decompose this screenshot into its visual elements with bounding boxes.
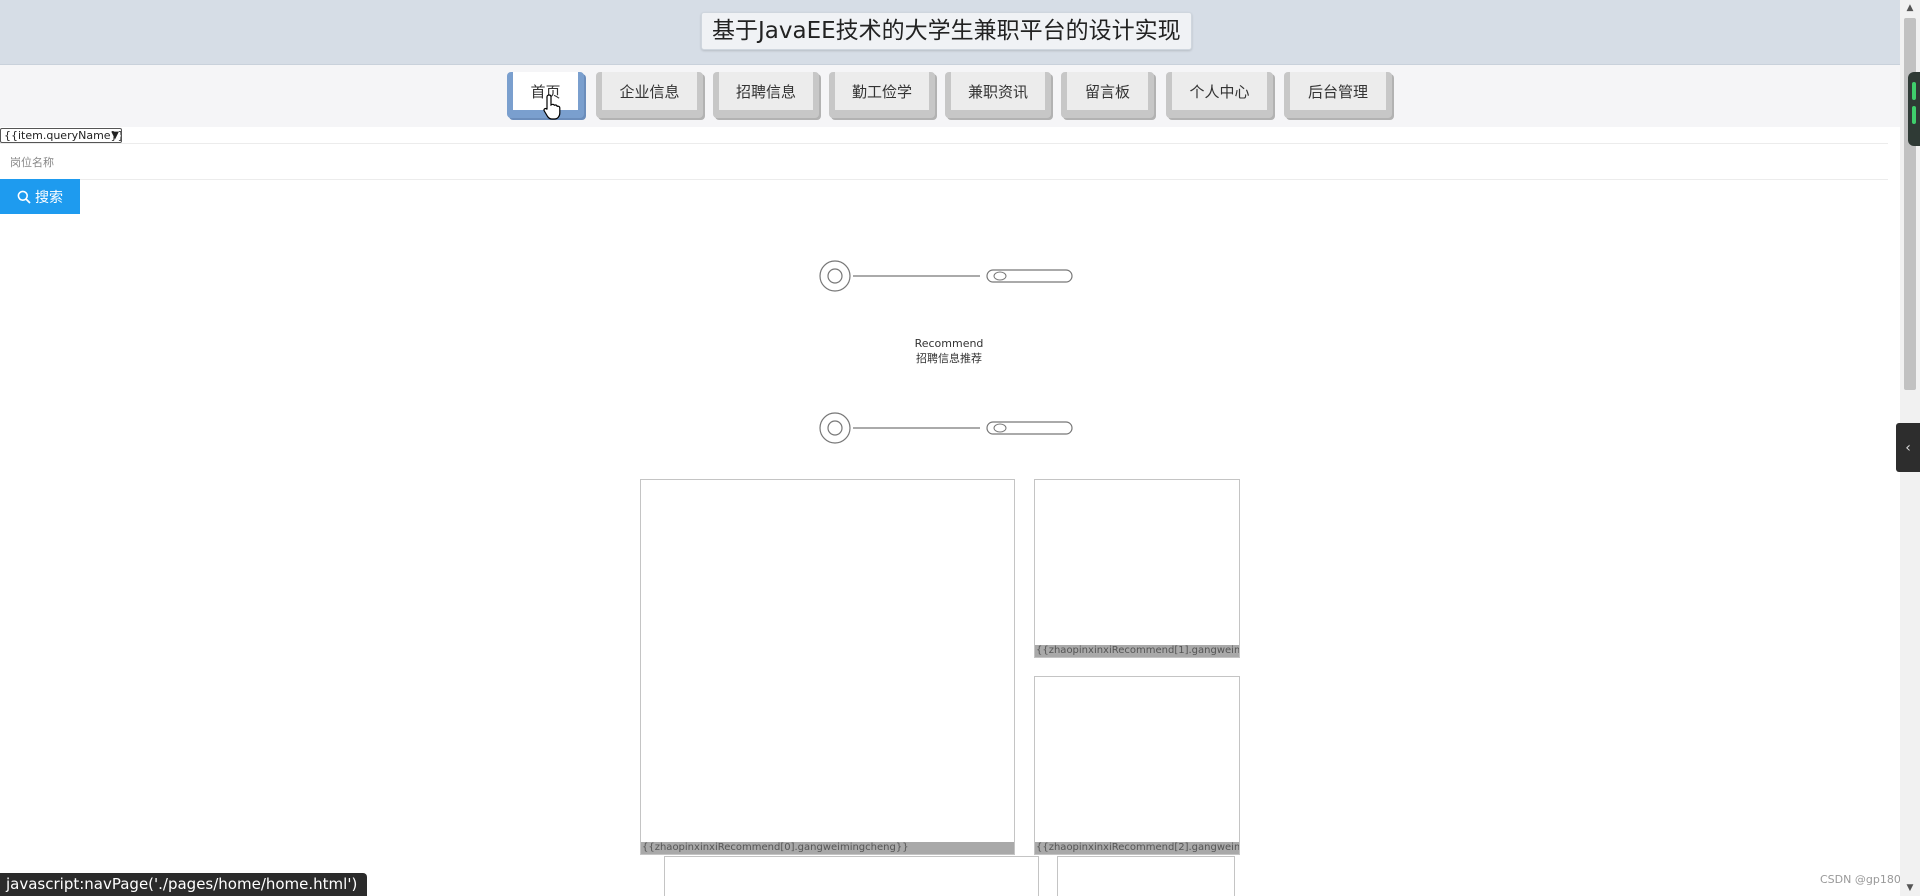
chevron-down-icon: ▼ — [111, 130, 119, 141]
nav-item-company-info[interactable]: 企业信息 — [596, 72, 703, 118]
hand-cursor-icon — [543, 94, 561, 120]
watermark: CSDN @gp1803 — [1820, 873, 1908, 886]
nav-item-label: 勤工俭学 — [835, 72, 929, 110]
search-input-row: 岗位名称 — [0, 143, 1888, 180]
main-navbar: 首页 企业信息 招聘信息 勤工俭学 兼职资讯 留言板 个人中心 后台管理 — [0, 65, 1900, 127]
recommend-card-partial[interactable] — [1057, 856, 1235, 896]
search-button-label: 搜索 — [35, 189, 63, 206]
card-caption: {{zhaopinxinxiRecommend[0].gangweimingch… — [641, 842, 1014, 854]
recommend-card-small[interactable]: {{zhaopinxinxiRecommend[2].gangweimingch… — [1034, 676, 1240, 855]
recommend-card-partial[interactable] — [664, 856, 1039, 896]
nav-item-admin[interactable]: 后台管理 — [1284, 72, 1392, 118]
section-title: Recommend 招聘信息推荐 — [849, 336, 1049, 366]
side-performance-widget[interactable] — [1908, 72, 1920, 146]
card-caption: {{zhaopinxinxiRecommend[1].gangweimingch… — [1035, 645, 1239, 657]
nav-item-personal-center[interactable]: 个人中心 — [1166, 72, 1273, 118]
select-value: {{item.queryName}} — [4, 129, 122, 142]
browser-status-url: javascript:navPage('./pages/home/home.ht… — [0, 873, 368, 896]
card-caption: {{zhaopinxinxiRecommend[2].gangweimingch… — [1035, 842, 1239, 854]
nav-item-recruitment-info[interactable]: 招聘信息 — [713, 72, 819, 118]
nav-item-label: 后台管理 — [1290, 72, 1386, 110]
side-panel-toggle[interactable]: ‹ — [1896, 423, 1920, 472]
chevron-left-icon: ‹ — [1905, 439, 1911, 456]
nav-item-work-study[interactable]: 勤工俭学 — [829, 72, 935, 118]
scroll-down-icon[interactable]: ▼ — [1900, 880, 1920, 896]
section-title-en: Recommend — [914, 337, 984, 350]
search-icon — [17, 190, 31, 204]
query-field-select[interactable]: {{item.queryName}} ▼ — [0, 128, 122, 143]
nav-item-message-board[interactable]: 留言板 — [1061, 72, 1154, 118]
nav-item-parttime-news[interactable]: 兼职资讯 — [945, 72, 1051, 118]
search-input[interactable]: 岗位名称 — [10, 154, 54, 170]
nav-item-label: 个人中心 — [1172, 72, 1267, 110]
scroll-up-icon[interactable]: ▲ — [1900, 0, 1920, 16]
widget-bar — [1912, 82, 1916, 100]
nav-item-label: 企业信息 — [602, 72, 697, 110]
section-title-cn: 招聘信息推荐 — [916, 352, 982, 365]
widget-bar — [1912, 106, 1916, 124]
page-title: 基于JavaEE技术的大学生兼职平台的设计实现 — [701, 12, 1192, 50]
decorative-divider-bottom — [819, 412, 1073, 444]
page-header: 基于JavaEE技术的大学生兼职平台的设计实现 — [0, 0, 1900, 65]
recommend-card-large[interactable]: {{zhaopinxinxiRecommend[0].gangweimingch… — [640, 479, 1015, 855]
decorative-divider-top — [819, 260, 1073, 292]
recommend-card-small[interactable]: {{zhaopinxinxiRecommend[1].gangweimingch… — [1034, 479, 1240, 658]
nav-item-label: 招聘信息 — [719, 72, 813, 110]
nav-item-label: 留言板 — [1067, 72, 1148, 110]
search-button[interactable]: 搜索 — [0, 179, 80, 214]
nav-item-label: 兼职资讯 — [951, 72, 1045, 110]
